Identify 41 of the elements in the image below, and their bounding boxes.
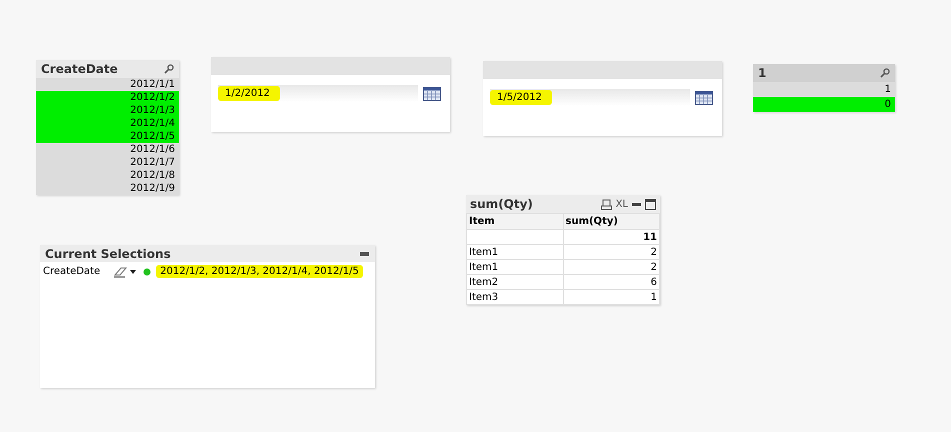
search-icon[interactable] — [880, 68, 890, 78]
date-field[interactable]: 1/2/2012 — [218, 85, 418, 102]
listbox-item[interactable]: 1 — [753, 82, 895, 97]
listbox-item[interactable]: 2012/1/6 — [36, 143, 179, 156]
table-title: sum(Qty) — [470, 197, 533, 211]
excel-button[interactable]: XL — [616, 198, 628, 210]
column-header[interactable]: Item — [466, 214, 563, 230]
table-cell: Item3 — [466, 290, 563, 304]
listbox-item[interactable]: 2012/1/8 — [36, 169, 179, 182]
table-cell: Item2 — [466, 274, 563, 290]
field-name: CreateDate — [43, 266, 100, 277]
listbox-item[interactable]: 0 — [753, 97, 895, 112]
listbox-title: CreateDate — [41, 62, 118, 76]
table-cell: 6 — [563, 274, 660, 290]
minimize-icon[interactable] — [632, 202, 641, 206]
listbox-item[interactable]: 2012/1/9 — [36, 182, 179, 195]
listbox-item[interactable]: 2012/1/3 — [36, 104, 179, 117]
total-cell: 11 — [563, 230, 660, 244]
print-icon[interactable] — [600, 198, 612, 210]
listbox-title: 1 — [758, 66, 766, 80]
table-cell: 2 — [563, 260, 660, 274]
minimize-icon[interactable] — [360, 252, 369, 256]
table-cell: Item1 — [466, 260, 563, 274]
eraser-dropdown-icon[interactable] — [113, 266, 138, 278]
listbox-item[interactable]: 2012/1/1 — [36, 78, 179, 91]
status-dot-icon — [143, 268, 152, 276]
calendar-icon[interactable] — [695, 90, 713, 104]
maximize-icon[interactable] — [645, 198, 656, 210]
table-cell: Item1 — [466, 244, 563, 260]
listbox-item[interactable]: 2012/1/4 — [36, 117, 179, 130]
calendar-icon[interactable] — [423, 86, 441, 100]
table-cell: 2 — [563, 244, 660, 260]
date-field[interactable]: 1/5/2012 — [490, 89, 690, 106]
selected-values: 2012/1/2, 2012/1/3, 2012/1/4, 2012/1/5 — [156, 265, 363, 278]
listbox-item[interactable]: 2012/1/7 — [36, 156, 179, 169]
table-cell: 1 — [563, 290, 660, 304]
column-header[interactable]: sum(Qty) — [563, 214, 660, 230]
panel-title: Current Selections — [45, 246, 171, 260]
listbox-item[interactable]: 2012/1/2 — [36, 91, 179, 104]
search-icon[interactable] — [164, 64, 174, 74]
listbox-item[interactable]: 2012/1/5 — [36, 130, 179, 143]
